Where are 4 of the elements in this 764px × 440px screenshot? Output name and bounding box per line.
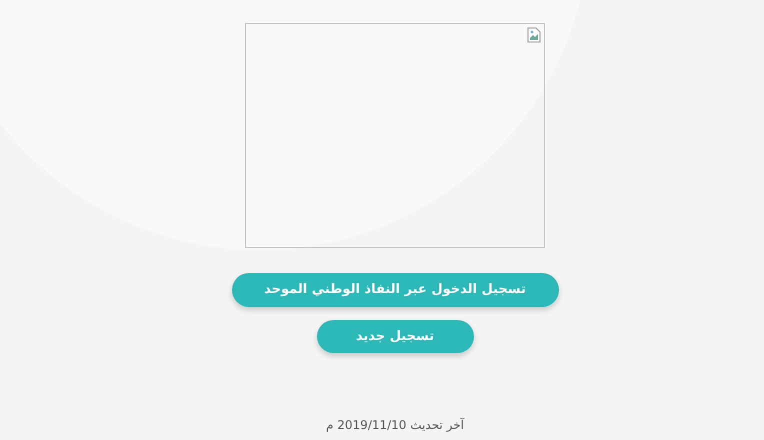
broken-image-icon	[526, 27, 542, 43]
national-login-button[interactable]: تسجيل الدخول عبر النفاذ الوطني الموحد	[232, 273, 558, 306]
register-button[interactable]: تسجيل جديد	[316, 320, 474, 353]
last-update-text: آخر تحديث 2019/11/10 م	[326, 416, 464, 434]
